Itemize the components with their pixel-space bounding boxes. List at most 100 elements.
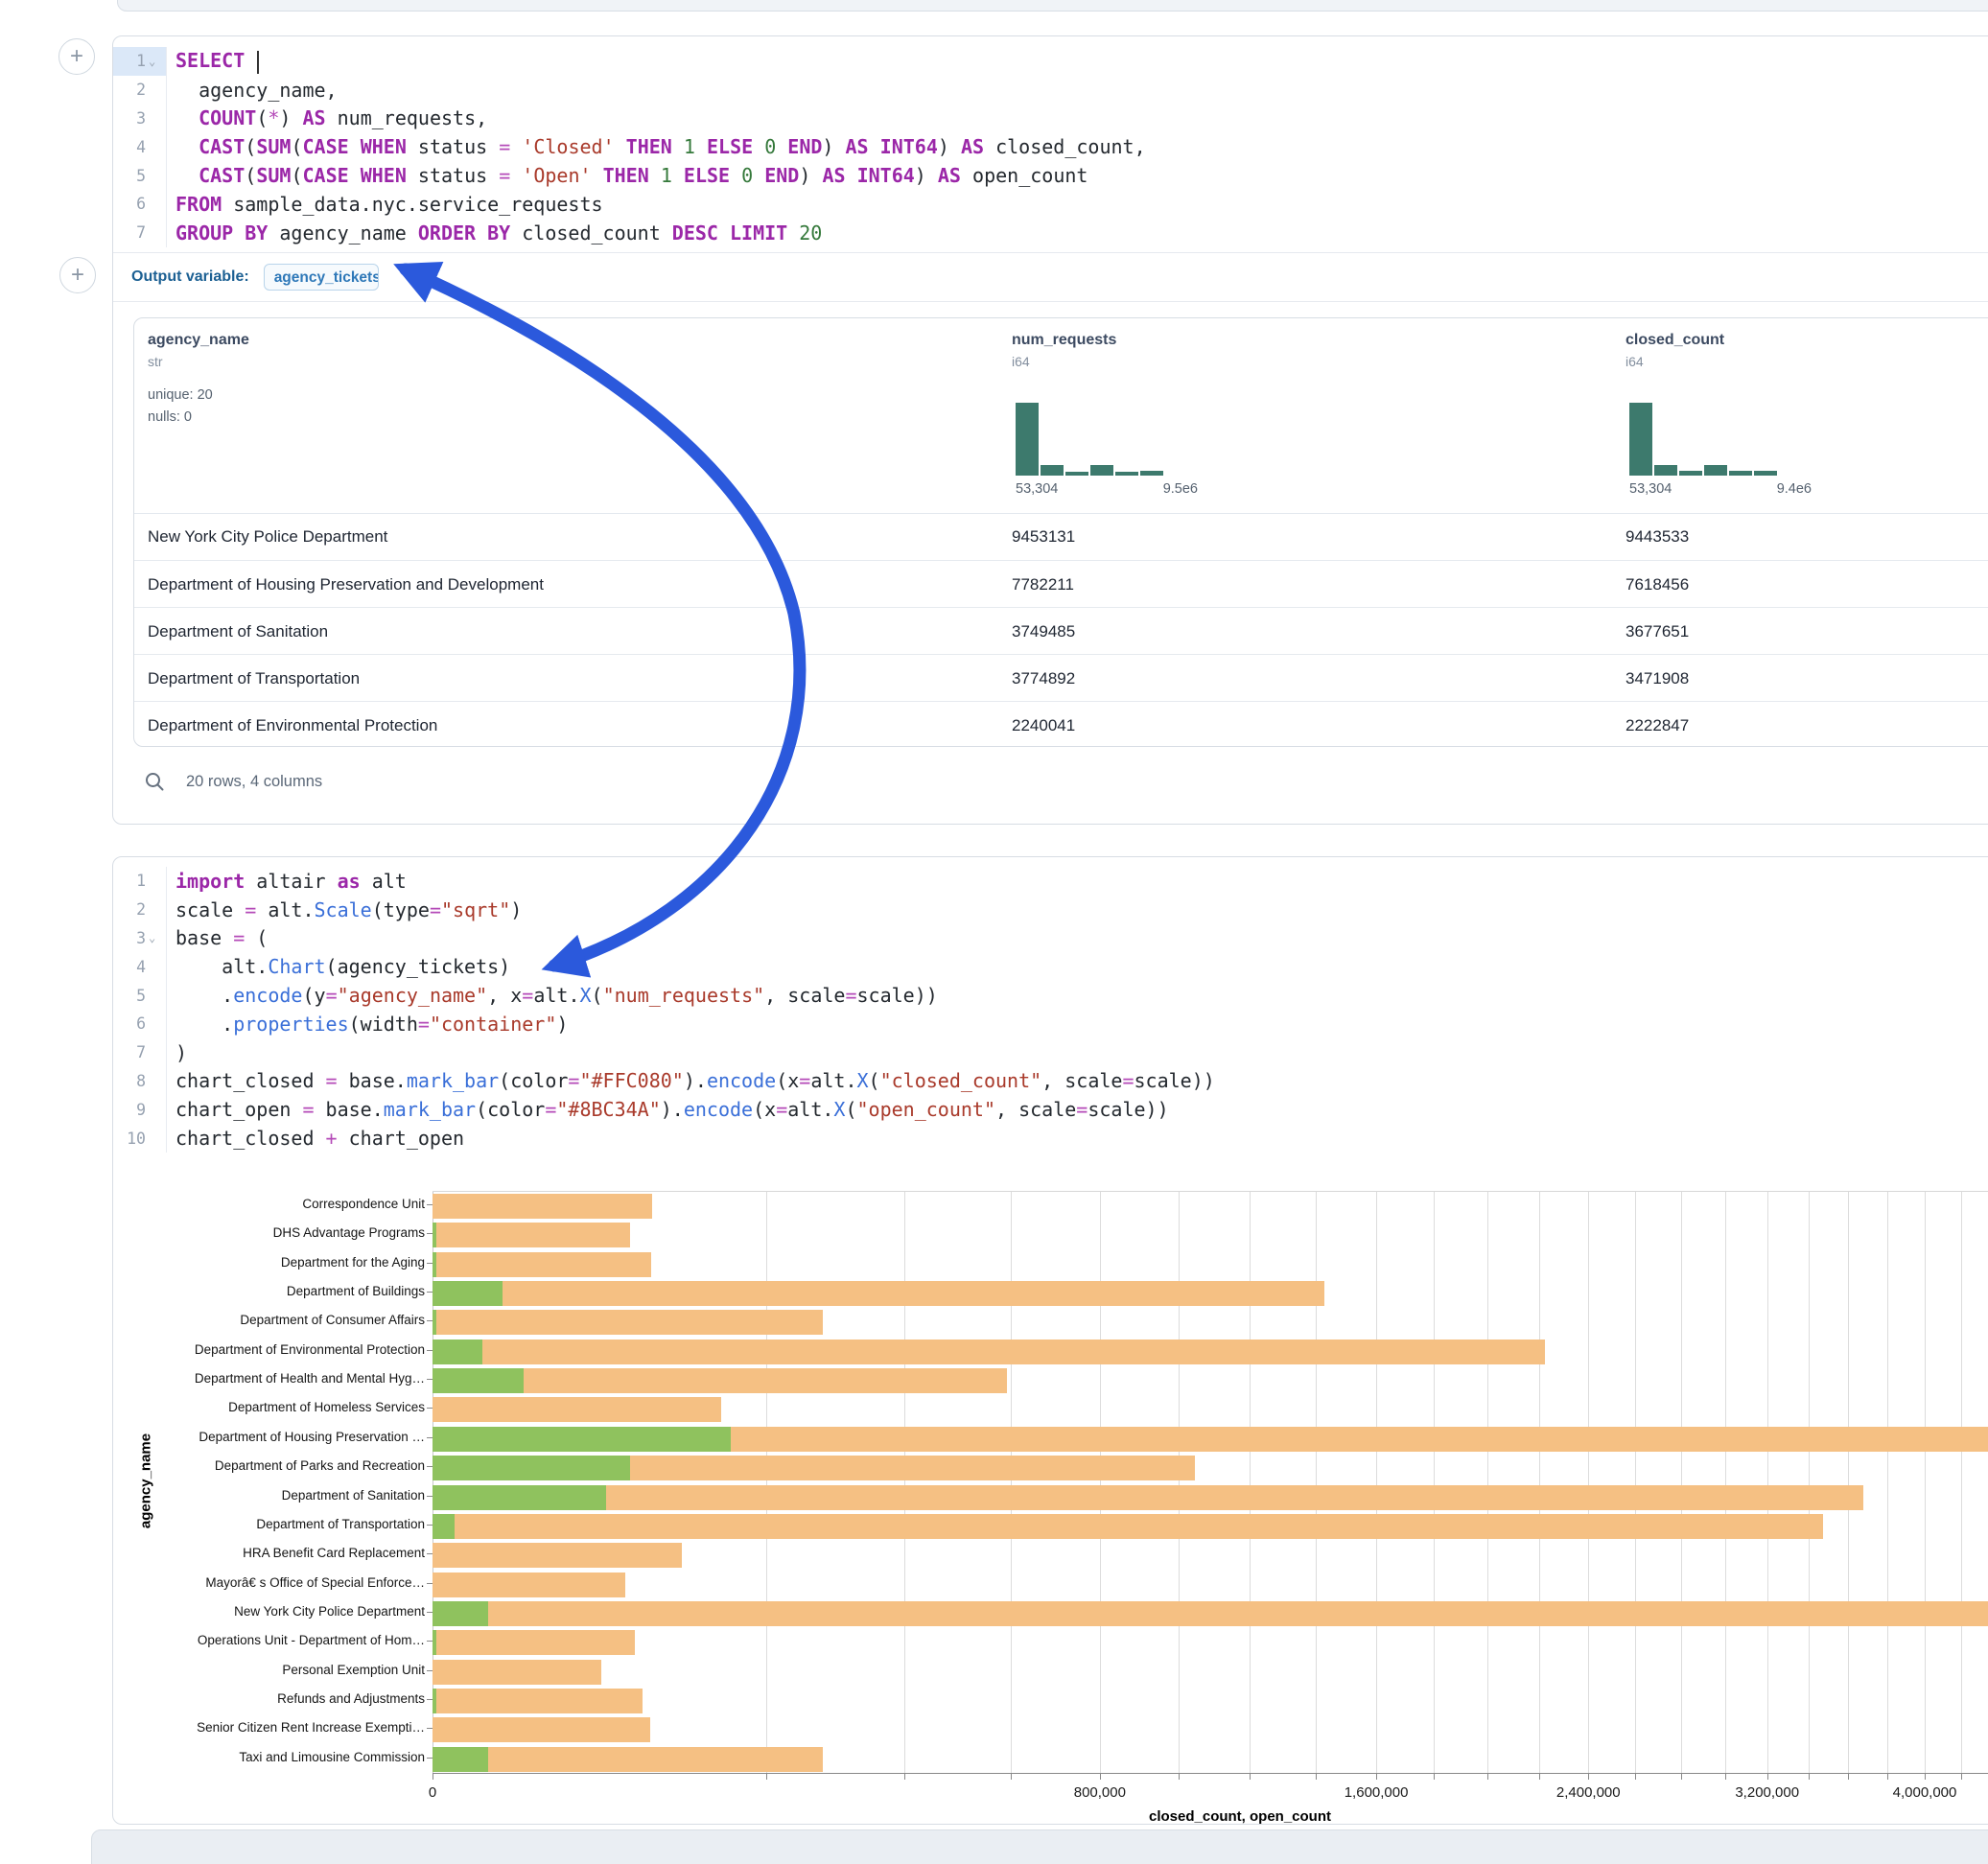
column-stats: unique: 20nulls: 0: [148, 384, 723, 429]
histogram-max-label: 9.4e6: [1777, 481, 1812, 497]
sql-line[interactable]: 7GROUP BY agency_name ORDER BY closed_co…: [113, 219, 1988, 247]
y-axis-label: Department of Transportation: [118, 1510, 425, 1539]
gridline: [1588, 1191, 1589, 1773]
code-text: CAST(SUM(CASE WHEN status = 'Closed' THE…: [166, 135, 1146, 158]
closed-count-bar: [433, 1660, 601, 1685]
sql-line[interactable]: 6 FROM sample_data.nyc.service_requests: [113, 190, 1988, 219]
code-token: [787, 221, 799, 245]
closed-count-bar: [433, 1543, 682, 1568]
x-axis-tick: [1725, 1774, 1726, 1780]
gridline: [904, 1191, 905, 1773]
column-type: i64: [1012, 354, 1587, 369]
line-number: 6: [136, 195, 146, 213]
code-token: [349, 135, 361, 158]
line-gutter: 1⌄: [113, 47, 166, 76]
code-token: 1: [684, 135, 695, 158]
y-axis-label: Taxi and Limousine Commission: [118, 1743, 425, 1772]
line-number: 1: [136, 52, 146, 70]
stat-line: unique: 20: [148, 384, 723, 407]
code-token: END: [764, 164, 799, 187]
x-axis-tick: [1250, 1774, 1251, 1780]
fold-chevron-icon[interactable]: ⌄: [149, 55, 160, 68]
gridline: [1848, 1191, 1849, 1773]
closed-count-bar: [433, 1747, 823, 1772]
cell-value: 3749485: [1012, 608, 1075, 655]
code-token: AS: [822, 164, 845, 187]
add-cell-button-top[interactable]: +: [58, 38, 95, 75]
closed-count-bar: [433, 1397, 721, 1422]
code-token: CAST: [199, 135, 245, 158]
sql-line[interactable]: 5 CAST(SUM(CASE WHEN status = 'Open' THE…: [113, 161, 1988, 190]
code-token: ): [822, 135, 845, 158]
output-variable-pill[interactable]: agency_tickets: [264, 264, 379, 291]
sql-line[interactable]: 3 COUNT(*) AS num_requests,: [113, 105, 1988, 133]
open-count-bar: [433, 1368, 524, 1393]
line-number: 5: [136, 167, 146, 185]
code-token: [753, 135, 764, 158]
column-histogram: [1016, 403, 1163, 476]
sql-line[interactable]: 2 agency_name,: [113, 76, 1988, 105]
python-cell-card: 1import altair as alt2scale = alt.Scale(…: [112, 856, 1988, 1825]
y-axis-label: New York City Police Department: [118, 1597, 425, 1626]
gridline: [1767, 1191, 1768, 1773]
closed-count-bar: [433, 1340, 1545, 1364]
x-axis-tick: [1848, 1774, 1849, 1780]
code-token: 1: [661, 164, 672, 187]
text-cursor: [257, 51, 259, 74]
y-axis-label: Department of Housing Preservation …: [118, 1423, 425, 1452]
x-axis-tick: [1961, 1774, 1962, 1780]
y-axis-label: DHS Advantage Programs: [118, 1219, 425, 1247]
code-text: FROM sample_data.nyc.service_requests: [166, 193, 603, 216]
x-tick-label: 0: [365, 1784, 500, 1801]
column-name: num_requests: [1012, 332, 1587, 349]
code-token: COUNT: [199, 106, 256, 129]
sql-line[interactable]: 1⌄SELECT: [113, 47, 1988, 76]
histogram-bar: [1065, 472, 1088, 476]
y-axis-label: Department of Environmental Protection: [118, 1336, 425, 1364]
sql-line[interactable]: 4 CAST(SUM(CASE WHEN status = 'Closed' T…: [113, 132, 1988, 161]
cell-agency-name: Department of Sanitation: [148, 608, 328, 655]
code-token: (: [291, 164, 302, 187]
y-axis-label: Department of Buildings: [118, 1277, 425, 1306]
code-token: INT64: [880, 135, 938, 158]
line-number: 4: [136, 138, 146, 156]
code-token: SUM: [256, 135, 291, 158]
code-token: [672, 164, 684, 187]
code-token: [615, 135, 626, 158]
open-count-bar: [433, 1514, 455, 1539]
cell-value: 2240041: [1012, 702, 1075, 747]
code-token: =: [499, 164, 510, 187]
code-token: 0: [764, 135, 776, 158]
code-token: [753, 164, 764, 187]
code-token: [776, 135, 787, 158]
cell-value: 2222847: [1625, 702, 1689, 747]
table-row: Department of Environmental Protection22…: [134, 701, 1988, 747]
histogram-bar: [1729, 471, 1752, 476]
search-icon[interactable]: [144, 771, 165, 792]
cell-value: 3677651: [1625, 608, 1689, 655]
sql-code-editor[interactable]: 1⌄SELECT 2 agency_name,3 COUNT(*) AS num…: [113, 47, 1988, 247]
column-histogram: [1629, 403, 1777, 476]
code-token: WHEN: [361, 164, 407, 187]
histogram-bar: [1629, 403, 1652, 476]
code-token: AS: [961, 135, 984, 158]
code-token: [175, 135, 199, 158]
y-axis-label: Department of Parks and Recreation: [118, 1452, 425, 1480]
histogram-bar: [1090, 465, 1113, 476]
table-row: Department of Sanitation 3749485 3677651: [134, 607, 1988, 655]
code-token: SUM: [256, 164, 291, 187]
closed-count-bar: [433, 1630, 635, 1655]
closed-count-bar: [433, 1223, 630, 1247]
add-cell-button-output[interactable]: +: [59, 257, 96, 293]
code-token: DESC: [672, 221, 718, 245]
code-token: [846, 164, 857, 187]
code-token: ORDER BY: [418, 221, 510, 245]
open-count-bar: [433, 1456, 630, 1480]
code-token: WHEN: [361, 135, 407, 158]
gridline: [1809, 1191, 1810, 1773]
line-number: 3: [136, 109, 146, 128]
y-axis-label: Correspondence Unit: [118, 1190, 425, 1219]
x-tick-label: 4,000,000: [1858, 1784, 1988, 1801]
table-row: Department of Transportation377489234719…: [134, 654, 1988, 702]
code-text: GROUP BY agency_name ORDER BY closed_cou…: [166, 221, 822, 245]
